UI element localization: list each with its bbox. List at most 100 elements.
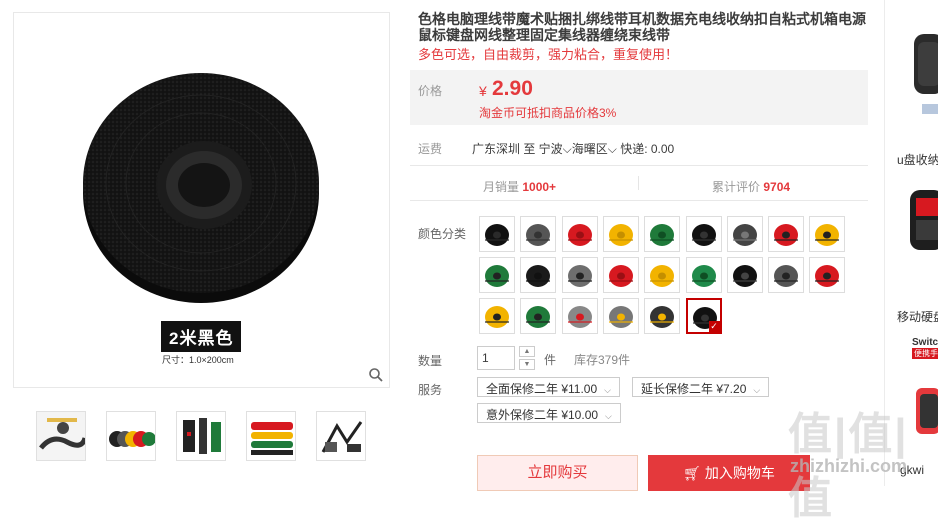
- quantity-label: 数量: [418, 354, 443, 368]
- thumbnail-1[interactable]: [36, 411, 86, 461]
- shipping-label: 运费: [418, 142, 443, 156]
- color-swatch[interactable]: ✓: [685, 298, 722, 334]
- swatch-roll-image: [815, 224, 840, 246]
- product-subtitle: 多色可选，自由裁剪，强力粘合，重复使用！: [418, 47, 679, 62]
- color-swatch[interactable]: [644, 216, 681, 252]
- swatch-roll-image: [732, 224, 757, 246]
- color-swatch[interactable]: [685, 257, 722, 293]
- swatch-roll-image: [485, 306, 509, 328]
- swatch-roll-image: [732, 265, 757, 287]
- swatch-roll-image: [485, 224, 509, 246]
- swatch-roll-image: [567, 265, 592, 287]
- swatch-roll-image: [774, 265, 799, 287]
- sidebar-item-switch-badge: 便携手: [912, 348, 938, 359]
- color-swatch[interactable]: [644, 257, 681, 293]
- price-value: 2.90: [492, 77, 533, 100]
- swatch-roll-image: [567, 224, 592, 246]
- reviews-value: 9704: [763, 180, 791, 194]
- product-title: 色格电脑理线带魔术贴捆扎绑线带耳机数据充电线收纳扣自粘式机箱电源鼠标键盘网线整理…: [418, 11, 866, 43]
- sidebar-item-usb-case[interactable]: [896, 14, 938, 124]
- monthly-sales: 月销量 1000+: [483, 178, 556, 195]
- color-swatch[interactable]: [644, 298, 681, 334]
- swatch-roll-image: [650, 224, 675, 246]
- sidebar-item-usb-label[interactable]: u盘收纳: [897, 151, 938, 168]
- swatch-roll-image: [691, 224, 716, 246]
- color-swatch[interactable]: [726, 216, 763, 252]
- color-swatch[interactable]: [479, 216, 515, 252]
- swatch-roll-image: [608, 306, 633, 328]
- velcro-roll-image: [83, 73, 319, 303]
- color-swatch[interactable]: [726, 257, 763, 293]
- color-swatch[interactable]: [520, 257, 557, 293]
- service-accident-warranty-text: 意外保修二年 ¥10.00: [486, 408, 599, 422]
- color-swatch[interactable]: [768, 216, 805, 252]
- color-swatch[interactable]: [809, 257, 846, 293]
- service-label: 服务: [418, 383, 443, 397]
- swatch-roll-image: [526, 265, 551, 287]
- quantity-input[interactable]: 1: [477, 346, 515, 370]
- thumbnail-4[interactable]: [246, 411, 296, 461]
- swatch-roll-image: [526, 224, 551, 246]
- quantity-unit: 件: [544, 353, 557, 367]
- thumbnail-2[interactable]: [106, 411, 156, 461]
- color-swatch[interactable]: [520, 298, 557, 334]
- service-extended-warranty-select[interactable]: 延长保修二年 ¥7.20 ⌵: [632, 377, 770, 397]
- zoom-icon[interactable]: [368, 367, 384, 383]
- swatch-roll-image: [567, 306, 592, 328]
- swatch-roll-image: [526, 306, 551, 328]
- main-product-image[interactable]: 2米黑色 尺寸：1.0×200cm: [13, 12, 390, 388]
- image-size-label: 2米黑色: [161, 321, 242, 352]
- price-currency: ¥: [479, 83, 487, 99]
- color-swatch[interactable]: [561, 216, 598, 252]
- sidebar-item-hdd-case[interactable]: [896, 180, 938, 290]
- color-swatch[interactable]: [479, 257, 515, 293]
- add-to-cart-label: 加入购物车: [704, 465, 775, 481]
- sidebar-item-hdd-label[interactable]: 移动硬盘: [897, 308, 938, 325]
- swatch-roll-image: [815, 265, 840, 287]
- chevron-down-icon: ⌵: [605, 411, 612, 421]
- chevron-down-icon: ⌵: [604, 385, 611, 395]
- color-swatch[interactable]: [561, 298, 598, 334]
- watermark-url: zhizhizhi.com: [790, 456, 907, 476]
- swatch-roll-image: [774, 224, 799, 246]
- color-swatch[interactable]: [685, 216, 722, 252]
- stock-count: 库存379件: [574, 353, 631, 367]
- quantity-decrease-button[interactable]: ▼: [519, 359, 535, 370]
- price-label: 价格: [418, 84, 443, 98]
- thumbnail-3[interactable]: [176, 411, 226, 461]
- quantity-increase-button[interactable]: ▲: [519, 346, 535, 357]
- cart-icon: 🛒︎: [683, 465, 701, 481]
- image-size-caption: 尺寸：1.0×200cm: [162, 355, 234, 365]
- color-swatch[interactable]: [602, 257, 639, 293]
- taojinbi-note: 淘金币可抵扣商品价格3%: [479, 106, 617, 120]
- swatch-roll-image: [691, 265, 716, 287]
- color-swatch[interactable]: [602, 298, 639, 334]
- color-swatch[interactable]: [520, 216, 557, 252]
- color-swatch[interactable]: [768, 257, 805, 293]
- service-extended-warranty-text: 延长保修二年 ¥7.20: [641, 382, 747, 396]
- color-swatch[interactable]: [561, 257, 598, 293]
- color-option-label: 颜色分类: [418, 227, 467, 241]
- color-swatch[interactable]: [479, 298, 515, 334]
- color-swatch[interactable]: [809, 216, 846, 252]
- chevron-down-icon: ⌵: [753, 385, 761, 395]
- service-accident-warranty-select[interactable]: 意外保修二年 ¥10.00 ⌵: [477, 403, 621, 423]
- service-full-warranty-text: 全面保修二年 ¥11.00: [486, 382, 598, 396]
- shipping-info[interactable]: 广东深圳 至 宁波⌵海曙区⌵ 快递: 0.00: [472, 140, 674, 157]
- color-swatch[interactable]: [602, 216, 639, 252]
- thumbnail-5[interactable]: [316, 411, 366, 461]
- swatch-roll-image: [650, 306, 675, 328]
- monthly-sales-label: 月销量: [483, 180, 520, 194]
- reviews-label: 累计评价: [712, 180, 761, 194]
- sidebar-item-switch-title[interactable]: Switc: [912, 337, 938, 348]
- divider: [410, 165, 868, 166]
- swatch-roll-image: [608, 224, 633, 246]
- selected-check-icon: ✓: [708, 321, 720, 332]
- swatch-roll-image: [485, 265, 509, 287]
- divider: [410, 200, 868, 201]
- stats-separator: [638, 176, 639, 190]
- monthly-sales-value: 1000+: [522, 180, 557, 194]
- total-reviews[interactable]: 累计评价 9704: [712, 178, 790, 195]
- thumbnail-strip: [36, 411, 366, 461]
- service-full-warranty-select[interactable]: 全面保修二年 ¥11.00 ⌵: [477, 377, 620, 397]
